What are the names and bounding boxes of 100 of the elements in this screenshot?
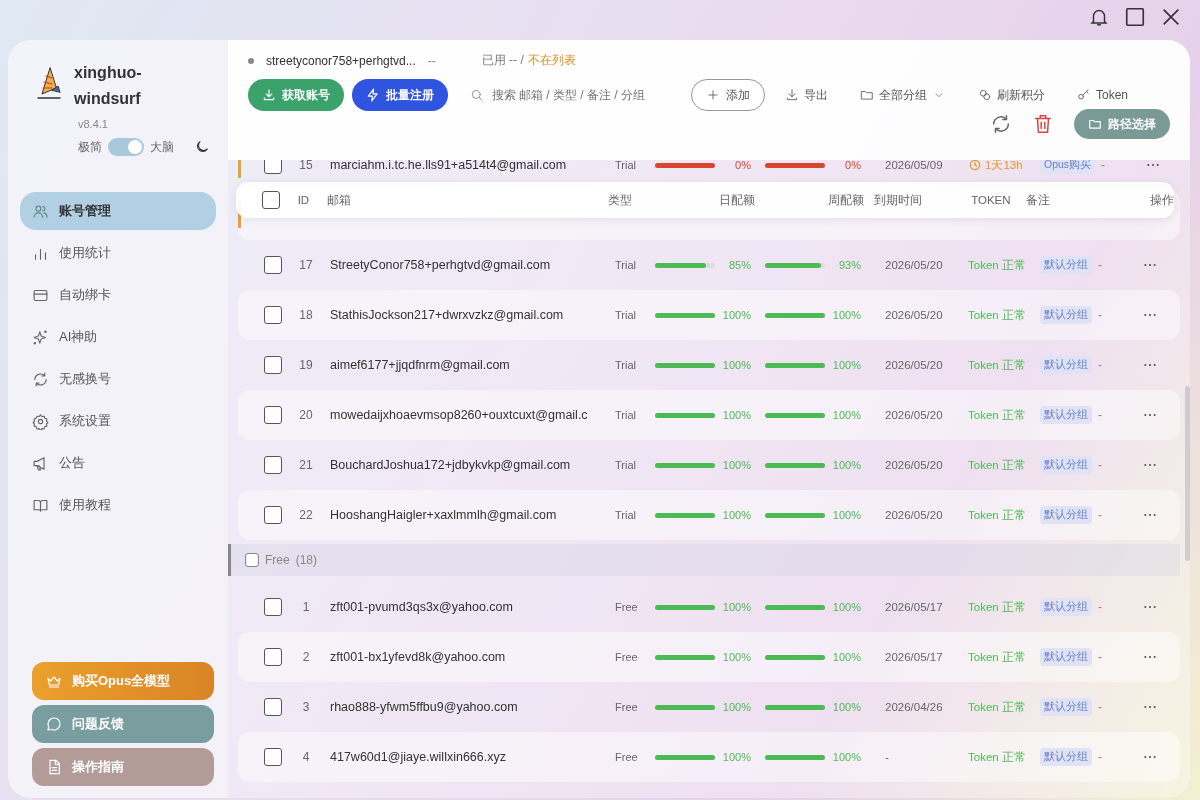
quota-bar [655, 362, 715, 368]
nav-item[interactable]: 无感换号 [20, 360, 216, 398]
batch-register-button[interactable]: 批量注册 [352, 79, 448, 111]
time-remaining: 1天13h [985, 160, 1023, 173]
row-checkbox[interactable] [264, 456, 282, 474]
expiry-date: 2026/05/20 [885, 409, 944, 421]
quota-percent: 100% [721, 309, 751, 321]
group-title: Free [265, 553, 290, 567]
row-id: 21 [298, 458, 314, 472]
quota-bar [655, 654, 715, 660]
expiry-date: 2026/05/20 [885, 459, 944, 471]
row-checkbox[interactable] [264, 598, 282, 616]
row-checkbox[interactable] [264, 160, 282, 174]
row-checkbox[interactable] [264, 306, 282, 324]
search-icon [470, 88, 484, 102]
account-type: Free [615, 601, 639, 613]
key-icon [1077, 88, 1091, 102]
column-header: 类型 [607, 192, 633, 208]
email-text: StathisJockson217+dwrxvzkz@gmail.com [330, 308, 565, 322]
scrollbar-thumb[interactable] [1185, 386, 1190, 561]
trash-icon[interactable] [1032, 113, 1054, 135]
nav-item[interactable]: 使用统计 [20, 234, 216, 272]
expiry-date: - [885, 751, 890, 763]
expiry-date: 2026/05/20 [885, 309, 944, 321]
refresh-credits-button[interactable]: 刷新积分 [966, 86, 1057, 104]
quota-percent: 100% [721, 751, 751, 763]
group-tag: 默认分组 [1040, 598, 1092, 616]
moon-icon[interactable] [194, 139, 210, 155]
row-id: 19 [298, 358, 314, 372]
email-text: rhao888-yfwm5ffbu9@yahoo.com [330, 700, 519, 714]
current-account: streetyconor758+perhgtvd... [266, 53, 416, 68]
group-checkbox[interactable] [245, 553, 259, 567]
nav-item[interactable]: 账号管理 [20, 192, 216, 230]
close-icon[interactable] [1160, 6, 1182, 28]
windsurfer-logo [36, 66, 62, 102]
search-field[interactable]: 搜索 邮箱 / 类型 / 备注 / 分组 [489, 87, 665, 103]
token-button[interactable]: Token [1065, 88, 1141, 102]
quota-bar [655, 704, 715, 710]
quota-percent: 100% [831, 409, 861, 421]
account-type: Free [615, 701, 639, 713]
row-checkbox[interactable] [264, 356, 282, 374]
group-tag: 默认分组 [1040, 648, 1092, 666]
sparkle-icon [32, 328, 49, 346]
select-all-checkbox[interactable] [262, 191, 280, 209]
folder-icon [860, 88, 874, 102]
usage-label: 已用 -- / [481, 52, 524, 69]
expiry-date: 2026/05/20 [885, 359, 944, 371]
quota-percent: 100% [831, 309, 861, 321]
nav-item[interactable]: AI神助 [20, 318, 216, 356]
note-text: - [1098, 308, 1103, 322]
group-dropdown[interactable]: 全部分组 [848, 86, 958, 104]
refresh-icon[interactable] [990, 113, 1012, 135]
quota-bar [765, 162, 825, 168]
row-checkbox[interactable] [264, 748, 282, 766]
quota-bar [655, 162, 715, 168]
row-checkbox[interactable] [264, 256, 282, 274]
mode-label: 大脑 [150, 138, 174, 156]
nav-item[interactable]: 公告 [20, 444, 216, 482]
quota-percent: 100% [721, 651, 751, 663]
nav-item[interactable]: 系统设置 [20, 402, 216, 440]
group-tag: Opus购买 [1040, 160, 1096, 174]
row-id: 3 [301, 700, 311, 714]
note-text: - [1098, 458, 1103, 472]
quota-bar [765, 754, 825, 760]
quota-percent: 100% [721, 459, 751, 471]
add-button[interactable]: 添加 [691, 79, 765, 111]
export-button[interactable]: 导出 [773, 86, 840, 104]
note-text: - [1098, 508, 1103, 522]
row-checkbox[interactable] [264, 506, 282, 524]
mode-toggle[interactable] [108, 138, 144, 156]
quota-bar [655, 754, 715, 760]
quota-percent: 93% [837, 259, 861, 271]
quota-percent: 100% [831, 651, 861, 663]
nav-item[interactable]: 使用教程 [20, 486, 216, 524]
email-text: zft001-bx1yfevd8k@yahoo.com [330, 650, 507, 664]
token-status: Token 正常 [968, 599, 1026, 615]
account-status: 不在列表 [527, 52, 576, 69]
quota-bar [765, 654, 825, 660]
group-tag: 默认分组 [1040, 748, 1092, 766]
note-text: - [1098, 408, 1103, 422]
group-tag: 默认分组 [1040, 306, 1092, 324]
row-checkbox[interactable] [264, 698, 282, 716]
column-header: 日配额 [718, 192, 756, 208]
expiry-date: 2026/05/09 [885, 160, 944, 171]
note-text: - [1101, 160, 1107, 172]
current-credits: -- [427, 53, 436, 68]
quota-percent: 100% [721, 601, 751, 613]
column-header: 到期时间 [872, 192, 923, 208]
note-text: - [1098, 258, 1103, 272]
note-text: - [1098, 650, 1103, 664]
row-checkbox[interactable] [264, 648, 282, 666]
nav-item[interactable]: 自动绑卡 [20, 276, 216, 314]
maximize-icon[interactable] [1124, 6, 1146, 28]
token-status: Token 正常 [968, 457, 1026, 473]
coins-icon [978, 88, 992, 102]
account-type: Trial [615, 359, 637, 371]
row-checkbox[interactable] [264, 406, 282, 424]
quota-percent: 100% [831, 701, 861, 713]
expiry-date: 2026/04/26 [885, 701, 944, 713]
account-type: Trial [615, 409, 637, 421]
